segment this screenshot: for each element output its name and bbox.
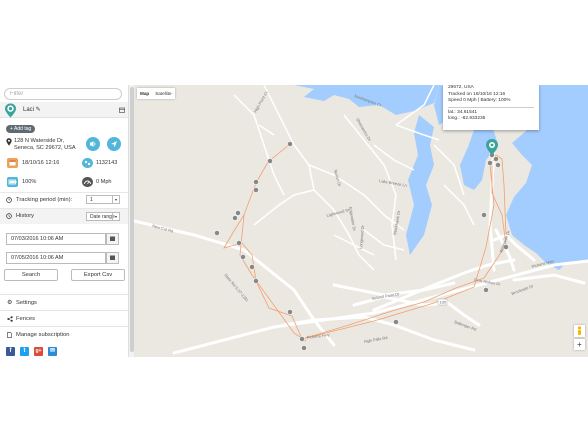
edit-icon[interactable]: ✎ <box>34 107 41 113</box>
speed-value: 0 Mph <box>96 179 112 185</box>
address-line1: 128 N Waterside Dr, <box>14 138 65 144</box>
menu-manage-subscription[interactable]: Manage subscription <box>0 326 128 343</box>
menu-subscription-label: Manage subscription <box>16 332 70 338</box>
add-tag-button[interactable]: + Add tag <box>6 125 36 133</box>
device-row[interactable]: Laci ✎ <box>0 102 128 118</box>
highway-number: 130 <box>440 301 446 305</box>
address-text: 128 N Waterside Dr, Seneca, SC 29672, US… <box>14 138 84 152</box>
track-point[interactable] <box>232 215 238 221</box>
device-name-text: Laci <box>23 107 35 113</box>
map-type-satellite[interactable]: Satellite <box>152 88 174 99</box>
divider <box>0 192 128 193</box>
date-to-input[interactable]: 07/05/2016 10:06 AM <box>6 252 106 264</box>
track-point[interactable] <box>299 336 305 342</box>
track-point[interactable] <box>236 240 242 246</box>
calendar-icon <box>110 255 115 260</box>
speaker-icon <box>90 141 96 147</box>
device-name: Laci ✎ <box>23 106 41 113</box>
speedometer-icon <box>82 177 93 187</box>
calendar-stat-icon <box>7 158 18 168</box>
track-point[interactable] <box>240 254 246 260</box>
navigation-arrow-icon <box>111 141 117 148</box>
history-icon <box>6 213 12 219</box>
menu-fences[interactable]: Fences <box>0 310 128 327</box>
track-point[interactable] <box>483 287 489 293</box>
info-long: long.: -82.933235 <box>448 116 486 121</box>
device-pin-icon <box>5 103 16 118</box>
track-point[interactable] <box>214 230 220 236</box>
location-pin-icon <box>6 138 12 146</box>
highway-shield: 130 <box>437 298 448 306</box>
calendar-icon[interactable] <box>119 107 125 113</box>
track-point[interactable] <box>481 212 487 218</box>
tracking-period-label: Tracking period (min): <box>16 197 73 203</box>
calendar-icon <box>110 236 115 241</box>
menu-settings[interactable]: ⚙ Settings <box>0 294 128 311</box>
facebook-icon[interactable]: f <box>6 347 15 356</box>
track-point[interactable] <box>253 187 259 193</box>
twitter-icon[interactable]: t <box>20 347 29 356</box>
track-point[interactable] <box>235 210 241 216</box>
track-point[interactable] <box>287 141 293 147</box>
track-point[interactable] <box>393 319 399 325</box>
app-window: Laci ✎ + Add tag 128 N Waterside Dr, Sen… <box>0 85 588 357</box>
track-point[interactable] <box>495 162 501 168</box>
date-from-input[interactable]: 07/03/2016 10:06 AM <box>6 233 106 245</box>
tracking-period-value: 1 <box>90 197 93 203</box>
track-point[interactable] <box>493 156 499 162</box>
clock-icon <box>6 197 12 203</box>
track-point[interactable] <box>301 345 307 351</box>
date-from-picker-button[interactable] <box>106 233 119 245</box>
map-view[interactable]: Northampton Ct Shoreacres Dr Lake Breeze… <box>134 85 588 357</box>
map-type-control: Map Satellite <box>137 88 175 99</box>
zoom-in-button[interactable]: + <box>574 339 585 350</box>
search-button[interactable]: Search <box>4 269 58 281</box>
track-point[interactable] <box>253 278 259 284</box>
info-speed-battery: Speed 0 Mph | Battery: 100% <box>448 98 511 103</box>
battery-value: 100% <box>22 179 37 185</box>
gears-icon: ⚙ <box>7 300 13 306</box>
info-popup: 29672, USA Tracked on 18/10/16 12:16 Spe… <box>443 85 539 130</box>
track-point[interactable] <box>253 179 259 185</box>
menu-settings-label: Settings <box>16 300 37 306</box>
pegman-icon <box>577 326 582 335</box>
datetime-value: 18/10/16 12:16 <box>22 160 60 166</box>
steps-icon <box>82 158 93 168</box>
sound-button[interactable] <box>86 137 100 151</box>
menu-fences-label: Fences <box>16 316 36 322</box>
track-point[interactable] <box>287 309 293 315</box>
battery-icon <box>7 177 18 187</box>
email-icon[interactable]: ✉ <box>48 347 57 356</box>
address-line2: Seneca, SC 29672, USA <box>14 145 76 151</box>
filter-input[interactable] <box>4 88 122 100</box>
date-to-picker-button[interactable] <box>106 252 119 264</box>
share-icon <box>7 316 13 322</box>
history-range-select[interactable]: Date range ▾ <box>86 212 120 221</box>
tracking-period-select[interactable]: 1 ▾ <box>86 195 120 204</box>
history-label: History <box>16 213 35 219</box>
track-point[interactable] <box>487 160 493 166</box>
navigate-button[interactable] <box>107 137 121 151</box>
export-csv-button[interactable]: Export Csv <box>71 269 125 281</box>
document-icon <box>7 332 12 338</box>
google-plus-icon[interactable]: g+ <box>34 347 43 356</box>
sidebar: Laci ✎ + Add tag 128 N Waterside Dr, Sen… <box>0 85 128 357</box>
select-arrow-icon: ▾ <box>112 213 119 220</box>
select-arrow-icon: ▾ <box>112 196 119 203</box>
info-divider <box>448 106 534 108</box>
steps-value: 1132143 <box>96 160 118 166</box>
map-type-map[interactable]: Map <box>137 88 152 99</box>
track-point[interactable] <box>249 264 255 270</box>
street-view-pegman[interactable] <box>574 325 585 337</box>
track-point[interactable] <box>267 158 273 164</box>
